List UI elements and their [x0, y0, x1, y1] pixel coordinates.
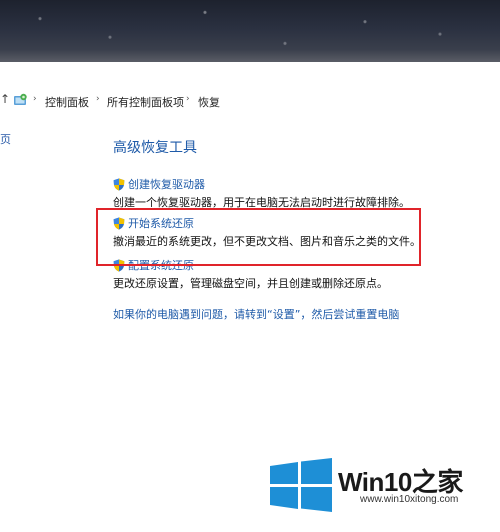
address-bar[interactable]: ↑ › 控制面板 › 所有控制面板项 › 恢复 — [0, 88, 500, 114]
page-title: 高级恢复工具 — [113, 140, 197, 156]
windows-logo-icon — [270, 458, 332, 512]
breadcrumb-separator: › — [33, 94, 37, 104]
breadcrumb-item-recovery[interactable]: 恢复 — [198, 94, 220, 110]
task-create-recovery-drive: 创建恢复驱动器 创建一个恢复驱动器，用于在电脑无法启动时进行故障排除。 — [113, 177, 410, 210]
control-panel-icon — [14, 93, 27, 105]
breadcrumb-item-all-items[interactable]: 所有控制面板项 — [107, 94, 184, 110]
breadcrumb-item-control-panel[interactable]: 控制面板 — [45, 94, 89, 110]
configure-system-restore-description: 更改还原设置，管理磁盘空间，并且创建或删除还原点。 — [113, 277, 388, 290]
desktop-wallpaper — [0, 0, 500, 62]
watermark-url: www.win10xitong.com — [360, 494, 459, 505]
breadcrumb-separator: › — [186, 94, 190, 104]
uac-shield-icon — [113, 178, 125, 191]
up-arrow-icon[interactable]: ↑ — [0, 92, 10, 106]
annotation-highlight-box — [96, 208, 421, 266]
breadcrumb-separator: › — [96, 94, 100, 104]
reset-pc-link[interactable]: 如果你的电脑遇到问题，请转到“设置”，然后尝试重置电脑 — [113, 306, 399, 322]
create-recovery-drive-link[interactable]: 创建恢复驱动器 — [128, 176, 205, 192]
left-pane-link-fragment[interactable]: 页 — [0, 131, 11, 147]
site-watermark: Win10之家 www.win10xitong.com — [268, 456, 496, 512]
